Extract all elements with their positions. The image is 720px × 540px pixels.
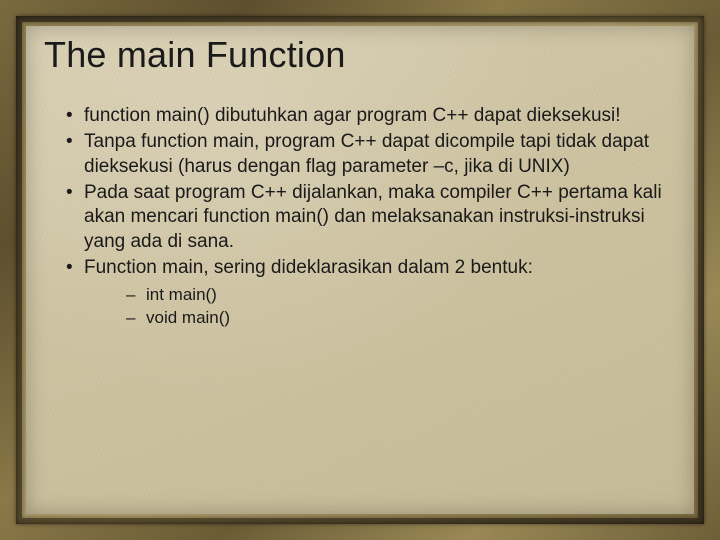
slide-frame-inner: The main Function function main() dibutu…	[22, 22, 698, 518]
bullet-text: Tanpa function main, program C++ dapat d…	[84, 131, 649, 176]
slide-title: The main Function	[44, 34, 676, 76]
bullet-item: Function main, sering dideklarasikan dal…	[66, 256, 676, 330]
slide-frame-mid: The main Function function main() dibutu…	[16, 16, 704, 524]
bullet-text: Function main, sering dideklarasikan dal…	[84, 257, 533, 278]
bullet-item: Pada saat program C++ dijalankan, maka c…	[66, 181, 676, 254]
sub-bullet-text: void main()	[146, 308, 230, 327]
slide-canvas: The main Function function main() dibutu…	[26, 26, 694, 514]
bullet-list: function main() dibutuhkan agar program …	[44, 104, 676, 330]
bullet-text: Pada saat program C++ dijalankan, maka c…	[84, 182, 662, 252]
sub-bullet-list: int main() void main()	[84, 284, 676, 330]
slide-frame-outer: The main Function function main() dibutu…	[0, 0, 720, 540]
bullet-item: function main() dibutuhkan agar program …	[66, 104, 676, 128]
sub-bullet-text: int main()	[146, 285, 217, 304]
sub-bullet-item: int main()	[126, 284, 676, 307]
sub-bullet-item: void main()	[126, 307, 676, 330]
bullet-text: function main() dibutuhkan agar program …	[84, 105, 621, 126]
bullet-item: Tanpa function main, program C++ dapat d…	[66, 130, 676, 179]
